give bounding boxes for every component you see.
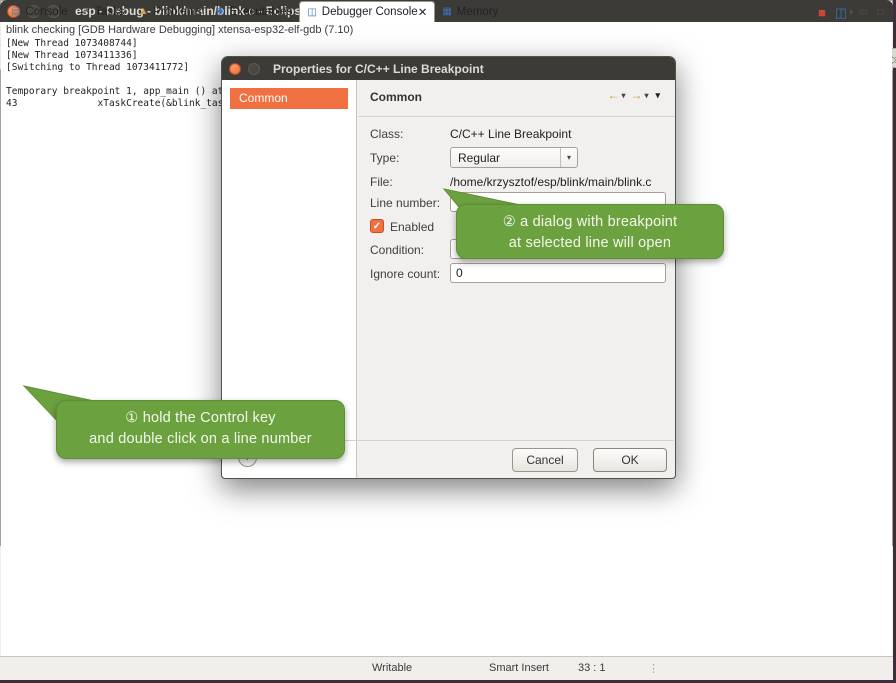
console-toolbar: ■ ◫▾▭□: [811, 2, 889, 22]
console-line: [New Thread 1073408744]: [1, 38, 892, 50]
dialog-titlebar: Properties for C/C++ Line Breakpoint: [222, 57, 675, 80]
forward-arrow-icon[interactable]: →: [630, 88, 642, 102]
console-maximize-icon[interactable]: □: [872, 4, 889, 20]
tab-console[interactable]: ▤ Console: [4, 1, 75, 22]
tab-label: Console: [25, 6, 67, 18]
file-value: /home/krzysztof/esp/blink/main/blink.c: [450, 175, 651, 189]
back-arrow-icon[interactable]: ←: [607, 88, 619, 102]
line-number-label: Line number:: [370, 196, 440, 210]
tab-executables[interactable]: ◉ Executables: [209, 1, 299, 22]
tab-problems[interactable]: ▲ Problems: [131, 1, 208, 22]
ignore-count-label: Ignore count:: [370, 267, 440, 281]
condition-label: Condition:: [370, 243, 424, 257]
forward-dropdown-icon[interactable]: ▾: [644, 91, 648, 100]
dialog-content: Common ←▾ →▾ ▾ Class: C/C++ Line Breakpo…: [358, 80, 675, 478]
console-terminate-glyph: ■: [818, 6, 826, 19]
open-console-dropdown-icon[interactable]: ▾: [849, 8, 853, 17]
type-label: Type:: [370, 151, 399, 165]
tab-memory[interactable]: ▦ Memory: [435, 1, 505, 22]
console-minimize-icon[interactable]: ▭: [855, 4, 872, 20]
status-insert-mode: Smart Insert: [489, 662, 549, 674]
type-select[interactable]: Regular ▾: [450, 147, 578, 168]
ignore-count-input[interactable]: [450, 263, 666, 283]
cancel-button[interactable]: Cancel: [512, 448, 578, 472]
tab-label: Tasks: [95, 6, 124, 18]
file-label: File:: [370, 175, 393, 189]
tab-label: Executables: [230, 6, 293, 18]
dialog-title: Properties for C/C++ Line Breakpoint: [273, 62, 484, 76]
status-caret-position: 33 : 1: [578, 662, 606, 674]
callout-step1: ① hold the Control key and double click …: [56, 400, 345, 459]
open-console-icon[interactable]: ◫▾: [834, 2, 854, 22]
problems-icon: ▲: [138, 6, 148, 17]
tab-tasks[interactable]: ✓ Tasks: [75, 1, 132, 22]
sidebar-item-common[interactable]: Common: [230, 88, 348, 109]
type-select-value: Regular: [451, 151, 560, 165]
debugger-console-icon: ◫: [307, 7, 316, 18]
status-bar: Writable Smart Insert 33 : 1 ⋮: [0, 656, 893, 680]
chevron-down-icon[interactable]: ▾: [560, 148, 577, 167]
tab-label: Debugger Console: [322, 6, 418, 18]
view-menu-icon[interactable]: ▾: [655, 90, 660, 101]
ok-button[interactable]: OK: [593, 448, 667, 472]
dialog-section-header: Common: [370, 90, 422, 104]
eclipse-window: esp - Debug - blink/main/blink.c - Eclip…: [0, 0, 893, 680]
tab-close-icon[interactable]: ✕: [418, 5, 428, 19]
tab-debugger-console[interactable]: ◫ Debugger Console✕: [299, 1, 435, 22]
callout-step2-line2: at selected line will open: [457, 233, 723, 254]
executables-icon: ◉: [216, 6, 225, 17]
class-label: Class:: [370, 127, 403, 141]
dialog-menu-button[interactable]: [248, 63, 260, 75]
class-value: C/C++ Line Breakpoint: [450, 127, 571, 141]
callout-step2-line1: ② a dialog with breakpoint: [457, 212, 723, 233]
status-writable: Writable: [372, 662, 412, 674]
dialog-close-button[interactable]: [229, 63, 241, 75]
dialog-nav: ←▾ →▾ ▾: [607, 88, 665, 102]
tab-label: Memory: [457, 6, 499, 18]
console-process-label: blink checking [GDB Hardware Debugging] …: [1, 22, 892, 38]
console-icon: ▤: [11, 6, 20, 17]
callout-step1-line1: ① hold the Control key: [57, 408, 344, 429]
console-terminate-icon[interactable]: ■: [812, 2, 832, 22]
tasks-icon: ✓: [82, 6, 90, 17]
dialog-header-divider: [358, 116, 675, 117]
console-tabbar: ▤ Console ✓ Tasks ▲ Problems ◉ Executables ◫ Debu…: [0, 0, 893, 22]
tab-label: Problems: [153, 6, 202, 18]
enabled-label: Enabled: [390, 220, 434, 234]
open-console-glyph: ◫: [835, 6, 847, 19]
callout-step1-line2: and double click on a line number: [57, 429, 344, 450]
status-drag-handle: ⋮: [648, 662, 659, 675]
memory-icon: ▦: [442, 6, 451, 17]
callout-step2: ② a dialog with breakpoint at selected l…: [456, 204, 724, 259]
back-dropdown-icon[interactable]: ▾: [621, 91, 625, 100]
enabled-checkbox[interactable]: ✓: [370, 219, 384, 233]
